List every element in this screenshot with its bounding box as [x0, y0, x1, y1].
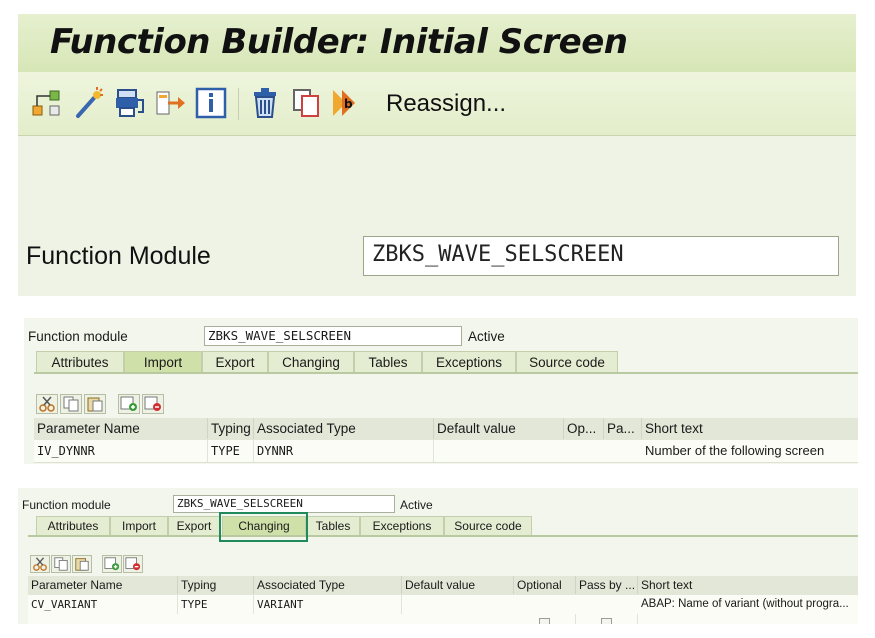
reassign-arrow-icon[interactable]: [154, 86, 188, 120]
optional-checkbox[interactable]: [539, 618, 550, 624]
title-bar: Function Builder: Initial Screen: [18, 14, 856, 72]
tab-import[interactable]: Import: [110, 516, 168, 535]
paste-icon: [75, 558, 89, 571]
parameter-name-cell[interactable]: IV_DYNNR: [34, 440, 208, 462]
rename-icon[interactable]: b: [330, 86, 364, 120]
reassign-button[interactable]: Reassign...: [386, 90, 506, 118]
column-header[interactable]: Parameter Name: [34, 418, 208, 439]
function-module-input[interactable]: ZBKS_WAVE_SELSCREEN: [363, 236, 839, 276]
delete-row-icon: [144, 396, 161, 411]
column-header[interactable]: Op...: [564, 418, 604, 439]
initial-screen-panel: Function Builder: Initial Screen b Reass…: [18, 14, 856, 296]
insert-row-icon: [104, 557, 120, 571]
function-module-field: ZBKS_WAVE_SELSCREEN: [173, 495, 395, 513]
table-row: IV_DYNNR TYPE DYNNR Number of the follow…: [34, 440, 858, 463]
toolbar-separator: [238, 88, 239, 120]
copy-row-button[interactable]: [51, 555, 71, 573]
delete-row-button[interactable]: [142, 394, 164, 414]
tab-exceptions[interactable]: Exceptions: [360, 516, 444, 535]
column-header[interactable]: Default value: [402, 576, 514, 594]
function-module-label: Function Module: [26, 242, 211, 270]
column-header[interactable]: Parameter Name: [28, 576, 178, 594]
copy-icon: [63, 396, 79, 412]
parameter-table-header: Parameter Name Typing Associated Type De…: [28, 576, 858, 596]
page-title: Function Builder: Initial Screen: [50, 22, 628, 62]
tab-changing[interactable]: Changing: [268, 351, 354, 372]
paste-row-button[interactable]: [84, 394, 106, 414]
cut-row-button[interactable]: [36, 394, 58, 414]
tab-export[interactable]: Export: [202, 351, 268, 372]
insert-row-button[interactable]: [102, 555, 122, 573]
parameter-name-cell[interactable]: CV_VARIANT: [28, 595, 178, 614]
column-header[interactable]: Typing: [208, 418, 254, 439]
status-label: Active: [468, 329, 505, 344]
print-clamp-icon[interactable]: [112, 86, 146, 120]
pass-by-value-checkbox[interactable]: [601, 618, 612, 624]
scissors-icon: [33, 557, 47, 571]
trash-icon[interactable]: [248, 86, 282, 120]
associated-type-cell[interactable]: VARIANT: [254, 595, 402, 614]
tab-import[interactable]: Import: [124, 351, 202, 372]
copy-icon[interactable]: [290, 86, 324, 120]
magic-wand-icon[interactable]: [72, 86, 106, 120]
cut-row-button[interactable]: [30, 555, 50, 573]
short-text-cell[interactable]: Number of the following screen: [642, 440, 858, 462]
tab-source-code[interactable]: Source code: [444, 516, 532, 535]
column-header[interactable]: Pass by ...: [576, 576, 638, 594]
function-module-label: Function module: [28, 329, 128, 344]
tab-attributes[interactable]: Attributes: [36, 516, 110, 535]
delete-row-button[interactable]: [123, 555, 143, 573]
pass-by-value-cell: [576, 614, 638, 624]
parameter-table-header: Parameter Name Typing Associated Type De…: [34, 418, 858, 441]
associated-type-cell[interactable]: DYNNR: [254, 440, 434, 462]
copy-icon: [54, 557, 68, 571]
function-module-field: ZBKS_WAVE_SELSCREEN: [204, 326, 462, 346]
tab-attributes[interactable]: Attributes: [36, 351, 124, 372]
application-toolbar: b Reassign...: [18, 72, 856, 136]
short-text-cell[interactable]: ABAP: Name of variant (without progra...: [638, 595, 858, 614]
copy-row-button[interactable]: [60, 394, 82, 414]
changing-tab-highlight: [219, 512, 308, 542]
scissors-icon: [39, 396, 55, 412]
tab-strip-line: [28, 535, 858, 537]
table-row: CV_VARIANT TYPE VARIANT ABAP: Name of va…: [28, 595, 858, 615]
column-header[interactable]: Optional: [514, 576, 576, 594]
paste-icon: [87, 397, 103, 412]
tab-exceptions[interactable]: Exceptions: [422, 351, 516, 372]
column-header[interactable]: Associated Type: [254, 576, 402, 594]
column-header[interactable]: Short text: [638, 576, 858, 594]
tab-tables[interactable]: Tables: [306, 516, 360, 535]
hierarchy-icon[interactable]: [30, 86, 64, 120]
table-row-empty: [28, 614, 858, 624]
column-header[interactable]: Pa...: [604, 418, 642, 439]
svg-text:b: b: [344, 97, 353, 111]
tab-strip-line: [34, 372, 858, 374]
tab-source-code[interactable]: Source code: [516, 351, 618, 372]
paste-row-button[interactable]: [72, 555, 92, 573]
typing-cell[interactable]: TYPE: [178, 595, 254, 614]
insert-row-button[interactable]: [118, 394, 140, 414]
optional-cell: [514, 614, 576, 624]
status-label: Active: [400, 498, 433, 512]
tab-export[interactable]: Export: [168, 516, 220, 535]
column-header[interactable]: Typing: [178, 576, 254, 594]
changing-view-panel: Function module ZBKS_WAVE_SELSCREEN Acti…: [18, 488, 858, 624]
typing-cell[interactable]: TYPE: [208, 440, 254, 462]
column-header[interactable]: Associated Type: [254, 418, 434, 439]
tab-tables[interactable]: Tables: [354, 351, 422, 372]
info-icon[interactable]: [194, 86, 228, 120]
function-module-label: Function module: [22, 498, 111, 512]
column-header[interactable]: Short text: [642, 418, 858, 439]
column-header[interactable]: Default value: [434, 418, 564, 439]
delete-row-icon: [125, 557, 141, 571]
insert-row-icon: [120, 396, 137, 411]
import-view-panel: Function module ZBKS_WAVE_SELSCREEN Acti…: [24, 318, 858, 464]
